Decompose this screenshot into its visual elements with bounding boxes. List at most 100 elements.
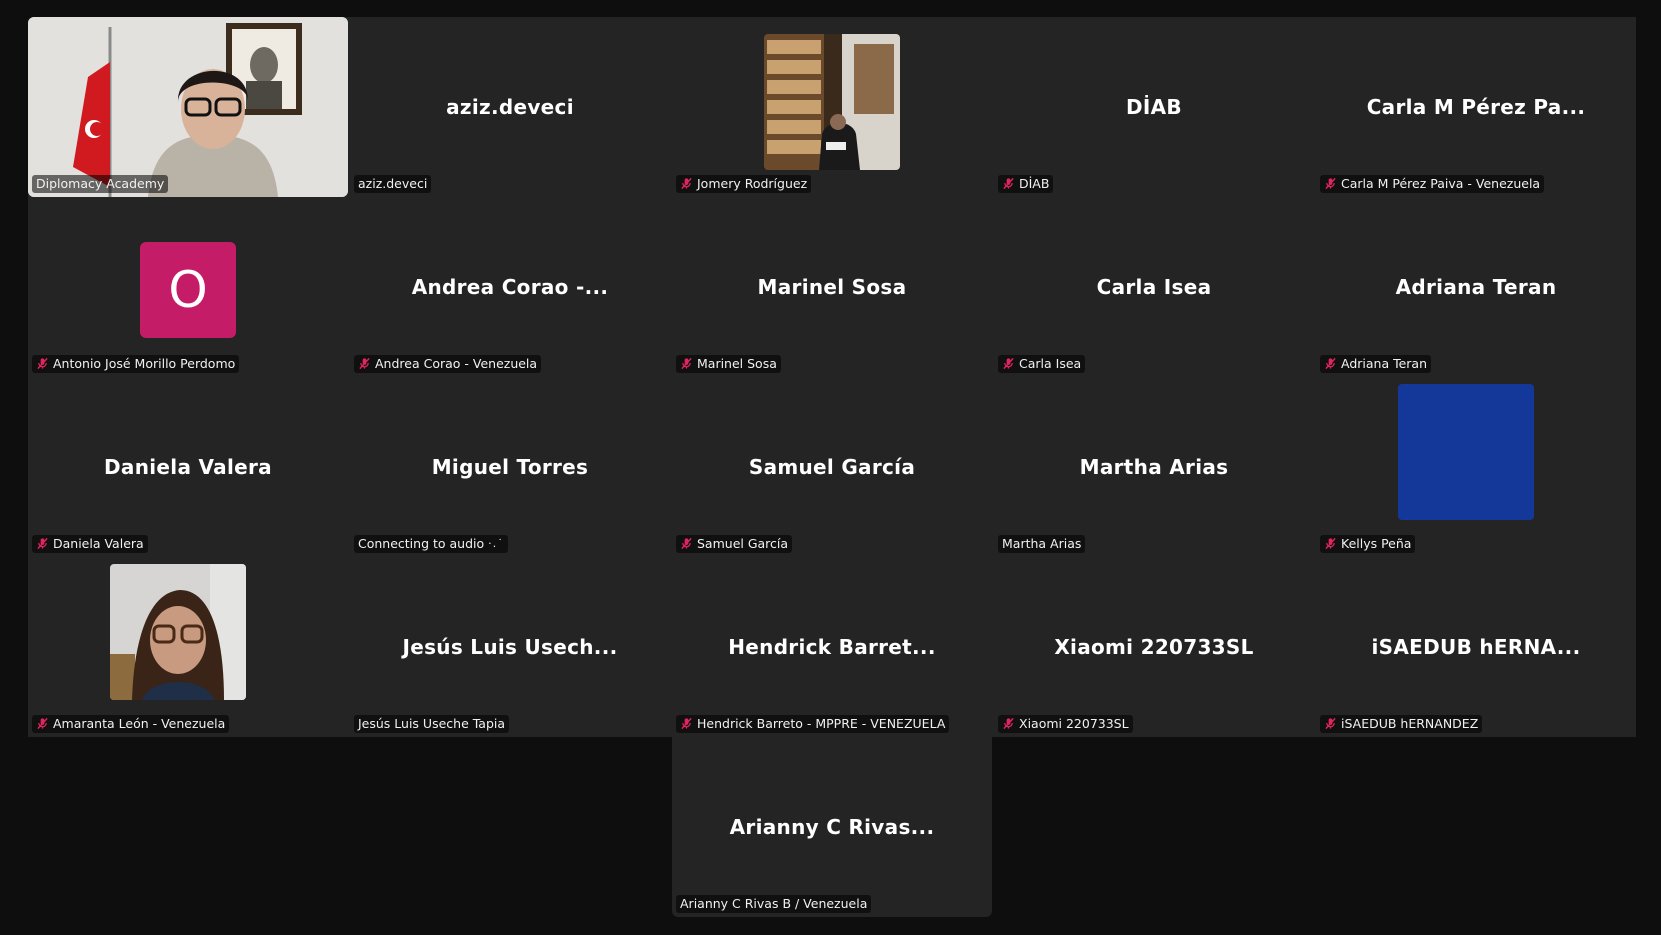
- participant-display-name: Samuel García: [748, 455, 916, 479]
- participant-name-tag: Jomery Rodríguez: [676, 175, 812, 193]
- participant-display-name: Martha Arias: [1079, 455, 1229, 479]
- participant-display-name: Marinel Sosa: [757, 275, 907, 299]
- participant-name-tag: Diplomacy Academy: [32, 175, 169, 193]
- participant-tile[interactable]: Miguel Torres Connecting to audio ·․˙: [350, 377, 670, 557]
- participant-name: Adriana Teran: [1341, 356, 1428, 371]
- participant-display-name: Carla M Pérez Pa...: [1366, 95, 1586, 119]
- participant-name: Diplomacy Academy: [36, 176, 165, 191]
- participant-tile[interactable]: Diplomacy Academy: [28, 17, 348, 197]
- participant-name-tag: Daniela Valera: [32, 535, 148, 553]
- participant-display-name: aziz.deveci: [446, 95, 574, 119]
- participant-display-name: Daniela Valera: [104, 455, 272, 479]
- connecting-dots-icon: ·․˙: [488, 537, 504, 550]
- participant-tile[interactable]: Jomery Rodríguez: [672, 17, 992, 197]
- participant-display-name: Jesús Luis Usech...: [402, 635, 618, 659]
- muted-mic-icon: [681, 357, 692, 370]
- participant-tile[interactable]: Martha Arias Martha Arias: [994, 377, 1314, 557]
- participant-video: [28, 17, 348, 197]
- muted-mic-icon: [1325, 537, 1336, 550]
- participant-display-name: Andrea Corao -...: [411, 275, 609, 299]
- participant-tile[interactable]: Jesús Luis Usech... Jesús Luis Useche Tap…: [350, 557, 670, 737]
- participant-display-name: Xiaomi 220733SL: [1054, 635, 1254, 659]
- participant-name: Carla Isea: [1019, 356, 1082, 371]
- participant-tile[interactable]: Kellys Peña: [1316, 377, 1636, 557]
- participant-tile[interactable]: Samuel García Samuel García: [672, 377, 992, 557]
- participant-name: Jesús Luis Useche Tapia: [358, 716, 506, 731]
- participant-name-tag: Carla M Pérez Paiva - Venezuela: [1320, 175, 1545, 193]
- muted-mic-icon: [359, 357, 370, 370]
- participant-name-tag: iSAEDUB hERNANDEZ: [1320, 715, 1483, 733]
- participant-display-name: Arianny C Rivas...: [729, 815, 935, 839]
- participant-name-tag: Adriana Teran: [1320, 355, 1432, 373]
- participant-display-name: Adriana Teran: [1395, 275, 1557, 299]
- participant-tile[interactable]: Xiaomi 220733SL Xiaomi 220733SL: [994, 557, 1314, 737]
- muted-mic-icon: [681, 537, 692, 550]
- muted-mic-icon: [681, 717, 692, 730]
- participant-name-tag: Jesús Luis Useche Tapia: [354, 715, 510, 733]
- participant-name-tag: Martha Arias: [998, 535, 1086, 553]
- participant-tile[interactable]: Daniela Valera Daniela Valera: [28, 377, 348, 557]
- participant-name: Daniela Valera: [53, 536, 144, 551]
- participant-name-tag: Xiaomi 220733SL: [998, 715, 1133, 733]
- participant-tile[interactable]: Andrea Corao -... Andrea Corao - Venezuel…: [350, 197, 670, 377]
- participant-tile[interactable]: Adriana Teran Adriana Teran: [1316, 197, 1636, 377]
- participant-tile[interactable]: Carla M Pérez Pa... Carla M Pérez Paiva -…: [1316, 17, 1636, 197]
- participant-name: Kellys Peña: [1341, 536, 1412, 551]
- video-feed: [110, 564, 246, 700]
- muted-mic-icon: [1325, 717, 1336, 730]
- participant-display-name: Miguel Torres: [431, 455, 589, 479]
- participant-name-tag: DİAB: [998, 175, 1054, 193]
- participant-name: Samuel García: [697, 536, 789, 551]
- avatar: [1398, 384, 1534, 520]
- participant-tile[interactable]: O Antonio José Morillo Perdomo: [28, 197, 348, 377]
- participant-name-tag: Hendrick Barreto - MPPRE - VENEZUELA: [676, 715, 950, 733]
- participant-name-tag: aziz.deveci: [354, 175, 432, 193]
- participant-name-tag: Kellys Peña: [1320, 535, 1416, 553]
- participant-name-tag: Andrea Corao - Venezuela: [354, 355, 542, 373]
- muted-mic-icon: [37, 537, 48, 550]
- participant-name: iSAEDUB hERNANDEZ: [1341, 716, 1479, 731]
- participant-tile[interactable]: Marinel Sosa Marinel Sosa: [672, 197, 992, 377]
- muted-mic-icon: [37, 357, 48, 370]
- participant-tile[interactable]: Arianny C Rivas... Arianny C Rivas B / Ve…: [672, 737, 992, 917]
- muted-mic-icon: [1003, 717, 1014, 730]
- participant-name: Martha Arias: [1002, 536, 1082, 551]
- participant-name-tag: Carla Isea: [998, 355, 1086, 373]
- participant-tile[interactable]: Amaranta León - Venezuela: [28, 557, 348, 737]
- video-feed: [764, 34, 900, 170]
- participant-name: DİAB: [1019, 176, 1050, 191]
- muted-mic-icon: [1325, 357, 1336, 370]
- participant-name-tag: Arianny C Rivas B / Venezuela: [676, 895, 872, 913]
- participant-video: [764, 34, 900, 170]
- participant-name: Amaranta León - Venezuela: [53, 716, 226, 731]
- participant-name-tag: Amaranta León - Venezuela: [32, 715, 230, 733]
- avatar: O: [140, 242, 236, 338]
- participant-name: Marinel Sosa: [697, 356, 777, 371]
- participant-name: Hendrick Barreto - MPPRE - VENEZUELA: [697, 716, 946, 731]
- muted-mic-icon: [681, 177, 692, 190]
- participant-tile[interactable]: aziz.deveci aziz.deveci: [350, 17, 670, 197]
- muted-mic-icon: [1003, 177, 1014, 190]
- participant-tile[interactable]: Hendrick Barret... Hendrick Barreto - MPP…: [672, 557, 992, 737]
- participant-tile[interactable]: DİAB DİAB: [994, 17, 1314, 197]
- participant-tile[interactable]: iSAEDUB hERNA... iSAEDUB hERNANDEZ: [1316, 557, 1636, 737]
- participant-name-tag: Connecting to audio ·․˙: [354, 535, 508, 553]
- participant-name: Xiaomi 220733SL: [1019, 716, 1129, 731]
- muted-mic-icon: [1003, 357, 1014, 370]
- participant-name: Andrea Corao - Venezuela: [375, 356, 538, 371]
- participant-video: [110, 564, 246, 700]
- participant-display-name: iSAEDUB hERNA...: [1371, 635, 1581, 659]
- participant-display-name: Carla Isea: [1096, 275, 1212, 299]
- video-gallery: Diplomacy Academy aziz.deveci aziz.deveci J…: [0, 0, 1661, 935]
- participant-name-tag: Marinel Sosa: [676, 355, 781, 373]
- participant-display-name: Hendrick Barret...: [728, 635, 936, 659]
- participant-name-tag: Antonio José Morillo Perdomo: [32, 355, 240, 373]
- participant-name: Carla M Pérez Paiva - Venezuela: [1341, 176, 1541, 191]
- participant-name: aziz.deveci: [358, 176, 428, 191]
- participant-name: Antonio José Morillo Perdomo: [53, 356, 236, 371]
- participant-tile[interactable]: Carla Isea Carla Isea: [994, 197, 1314, 377]
- participant-name: Connecting to audio: [358, 536, 485, 551]
- participant-display-name: DİAB: [1126, 95, 1182, 119]
- participant-name: Arianny C Rivas B / Venezuela: [680, 896, 868, 911]
- muted-mic-icon: [1325, 177, 1336, 190]
